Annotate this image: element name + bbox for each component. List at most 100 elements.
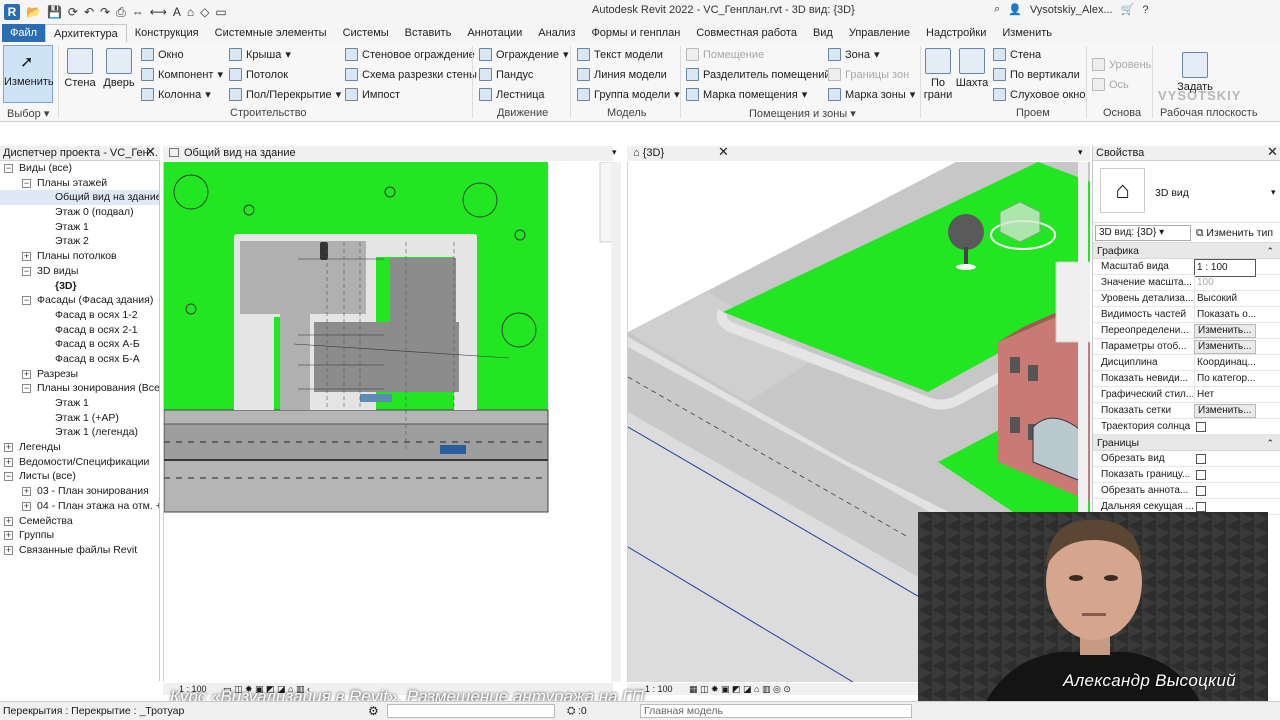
tab-view[interactable]: Вид bbox=[805, 24, 841, 42]
help-icon[interactable]: ? bbox=[1142, 4, 1148, 16]
type-dropdown-icon[interactable]: ▾ bbox=[1271, 187, 1276, 198]
collapse-icon[interactable]: − bbox=[22, 384, 31, 394]
tab-file[interactable]: Файл bbox=[2, 24, 46, 42]
dormer-button[interactable]: Слуховое окно bbox=[993, 88, 1086, 101]
print-icon[interactable]: ⎙ bbox=[116, 5, 126, 19]
default-3d-icon[interactable]: ⌂ bbox=[187, 5, 194, 19]
browser-node[interactable]: Этаж 2 bbox=[0, 234, 159, 249]
user-icon[interactable]: 👤 bbox=[1008, 3, 1022, 16]
browser-node[interactable]: Этаж 1 bbox=[0, 220, 159, 235]
section-icon[interactable]: ◇ bbox=[200, 5, 209, 19]
binoculars-icon[interactable]: ⌕ bbox=[994, 3, 1000, 16]
browser-node[interactable]: −3D виды bbox=[0, 264, 159, 279]
door-button[interactable]: Дверь bbox=[101, 48, 137, 89]
tab-manage[interactable]: Управление bbox=[841, 24, 918, 42]
view-close-icon[interactable]: ✕ bbox=[718, 144, 729, 160]
window-button[interactable]: Окно bbox=[141, 48, 184, 61]
browser-node[interactable]: − Планы этажей bbox=[0, 176, 159, 191]
tab-massing-site[interactable]: Формы и генплан bbox=[583, 24, 688, 42]
browser-node[interactable]: + Разрезы bbox=[0, 367, 159, 382]
model-line-button[interactable]: Линия модели bbox=[577, 68, 667, 81]
property-checkbox[interactable] bbox=[1196, 470, 1206, 480]
tab-analyze[interactable]: Анализ bbox=[530, 24, 583, 42]
properties-close-icon[interactable]: ✕ bbox=[1267, 144, 1278, 160]
sync-icon[interactable]: ⟳ bbox=[68, 5, 78, 19]
edit-property-button[interactable]: Изменить... bbox=[1194, 324, 1256, 338]
browser-node[interactable]: {3D} bbox=[0, 279, 159, 294]
curtain-wall-button[interactable]: Стеновое ограждение bbox=[345, 48, 475, 61]
property-value[interactable]: Нет bbox=[1194, 387, 1256, 403]
level-button[interactable]: Уровень bbox=[1092, 58, 1151, 71]
browser-node[interactable]: +04 - План этажа на отм. + bbox=[0, 499, 159, 514]
collapse-icon[interactable]: − bbox=[22, 178, 31, 188]
area-tag-button[interactable]: Марка зоны ▾ bbox=[828, 88, 915, 101]
shaft-button[interactable]: Шахта bbox=[955, 48, 989, 89]
browser-node[interactable]: Этаж 1 (+АР) bbox=[0, 411, 159, 426]
property-checkbox[interactable] bbox=[1196, 486, 1206, 496]
save-icon[interactable]: 💾 bbox=[47, 5, 62, 19]
tab-collaborate[interactable]: Совместная работа bbox=[688, 24, 805, 42]
properties-section-header[interactable]: Границы ⌃ bbox=[1093, 435, 1280, 451]
browser-close-icon[interactable]: ✕ bbox=[145, 144, 156, 160]
editable-only-icon[interactable]: ⛭ bbox=[567, 702, 575, 720]
properties-section-header[interactable]: Графика ⌃ bbox=[1093, 243, 1280, 259]
expand-icon[interactable]: + bbox=[22, 252, 31, 262]
browser-node[interactable]: − Листы (все) bbox=[0, 469, 159, 484]
vertical-opening-button[interactable]: По вертикали bbox=[993, 68, 1080, 81]
expand-icon[interactable]: + bbox=[22, 487, 31, 497]
expand-icon[interactable]: + bbox=[4, 531, 13, 541]
browser-node[interactable]: + Группы bbox=[0, 528, 159, 543]
component-button[interactable]: Компонент ▾ bbox=[141, 68, 223, 81]
room-tag-button[interactable]: Марка помещения ▾ bbox=[686, 88, 807, 101]
browser-node[interactable]: Этаж 0 (подвал) bbox=[0, 205, 159, 220]
room-button[interactable]: Помещение bbox=[686, 48, 764, 61]
expand-icon[interactable]: + bbox=[22, 501, 31, 511]
measure-icon[interactable]: ⇔ bbox=[132, 5, 144, 19]
redo-icon[interactable]: ↷ bbox=[100, 5, 110, 19]
revit-logo[interactable]: R bbox=[4, 4, 20, 20]
browser-node[interactable]: Фасад в осях Б-А bbox=[0, 352, 159, 367]
design-option-dropdown[interactable]: Главная модель bbox=[640, 704, 912, 718]
property-checkbox[interactable] bbox=[1196, 454, 1206, 464]
rooms-group-label[interactable]: Помещения и зоны ▾ bbox=[749, 107, 856, 120]
browser-node[interactable]: + Семейства bbox=[0, 514, 159, 529]
tab-3d-view[interactable]: ⌂ {3D} bbox=[627, 146, 1090, 161]
property-checkbox[interactable] bbox=[1196, 502, 1206, 512]
collapse-icon[interactable]: − bbox=[22, 296, 31, 306]
tab-addins[interactable]: Надстройки bbox=[918, 24, 994, 42]
workset-icon[interactable]: ⚙ bbox=[368, 702, 379, 720]
area-button[interactable]: Зона ▾ bbox=[828, 48, 880, 61]
browser-node[interactable]: − Виды (все) bbox=[0, 161, 159, 176]
dimension-icon[interactable]: ⟷ bbox=[150, 5, 167, 19]
browser-node[interactable]: + Планы потолков bbox=[0, 249, 159, 264]
wall-button[interactable]: Стена bbox=[62, 48, 98, 89]
collapse-icon[interactable]: − bbox=[4, 472, 13, 482]
property-checkbox[interactable] bbox=[1196, 422, 1206, 432]
modify-button[interactable]: ➚ Изменить bbox=[3, 45, 54, 103]
browser-node[interactable]: Этаж 1 (легенда) bbox=[0, 425, 159, 440]
expand-icon[interactable]: + bbox=[22, 369, 31, 379]
curtain-grid-button[interactable]: Схема разрезки стены bbox=[345, 68, 477, 81]
select-group-label[interactable]: Выбор ▾ bbox=[7, 107, 49, 120]
browser-node[interactable]: Фасад в осях 1-2 bbox=[0, 308, 159, 323]
stair-button[interactable]: Лестница bbox=[479, 88, 545, 101]
collapse-section-icon[interactable]: ⌃ bbox=[1266, 435, 1274, 451]
area-boundary-button[interactable]: Границы зон bbox=[828, 68, 909, 81]
ramp-button[interactable]: Пандус bbox=[479, 68, 533, 81]
expand-icon[interactable]: + bbox=[4, 516, 13, 526]
instance-selector[interactable]: 3D вид: {3D} ▾ bbox=[1095, 225, 1191, 241]
cart-icon[interactable]: 🛒 bbox=[1121, 3, 1135, 16]
column-button[interactable]: Колонна ▾ bbox=[141, 88, 211, 101]
by-face-button[interactable]: По грани bbox=[923, 48, 953, 101]
right-view-menu-icon[interactable]: ▾ bbox=[1078, 147, 1083, 158]
property-value[interactable]: Показать о... bbox=[1194, 307, 1256, 323]
tab-annotate[interactable]: Аннотации bbox=[459, 24, 530, 42]
expand-icon[interactable]: + bbox=[4, 457, 13, 467]
browser-node[interactable]: Фасад в осях 2-1 bbox=[0, 323, 159, 338]
tab-structure[interactable]: Конструкция bbox=[127, 24, 207, 42]
expand-icon[interactable]: + bbox=[4, 443, 13, 453]
workset-dropdown[interactable] bbox=[387, 704, 555, 718]
browser-node[interactable]: − Фасады (Фасад здания) bbox=[0, 293, 159, 308]
roof-button[interactable]: Крыша ▾ bbox=[229, 48, 291, 61]
browser-node[interactable]: Общий вид на здание bbox=[0, 190, 159, 206]
